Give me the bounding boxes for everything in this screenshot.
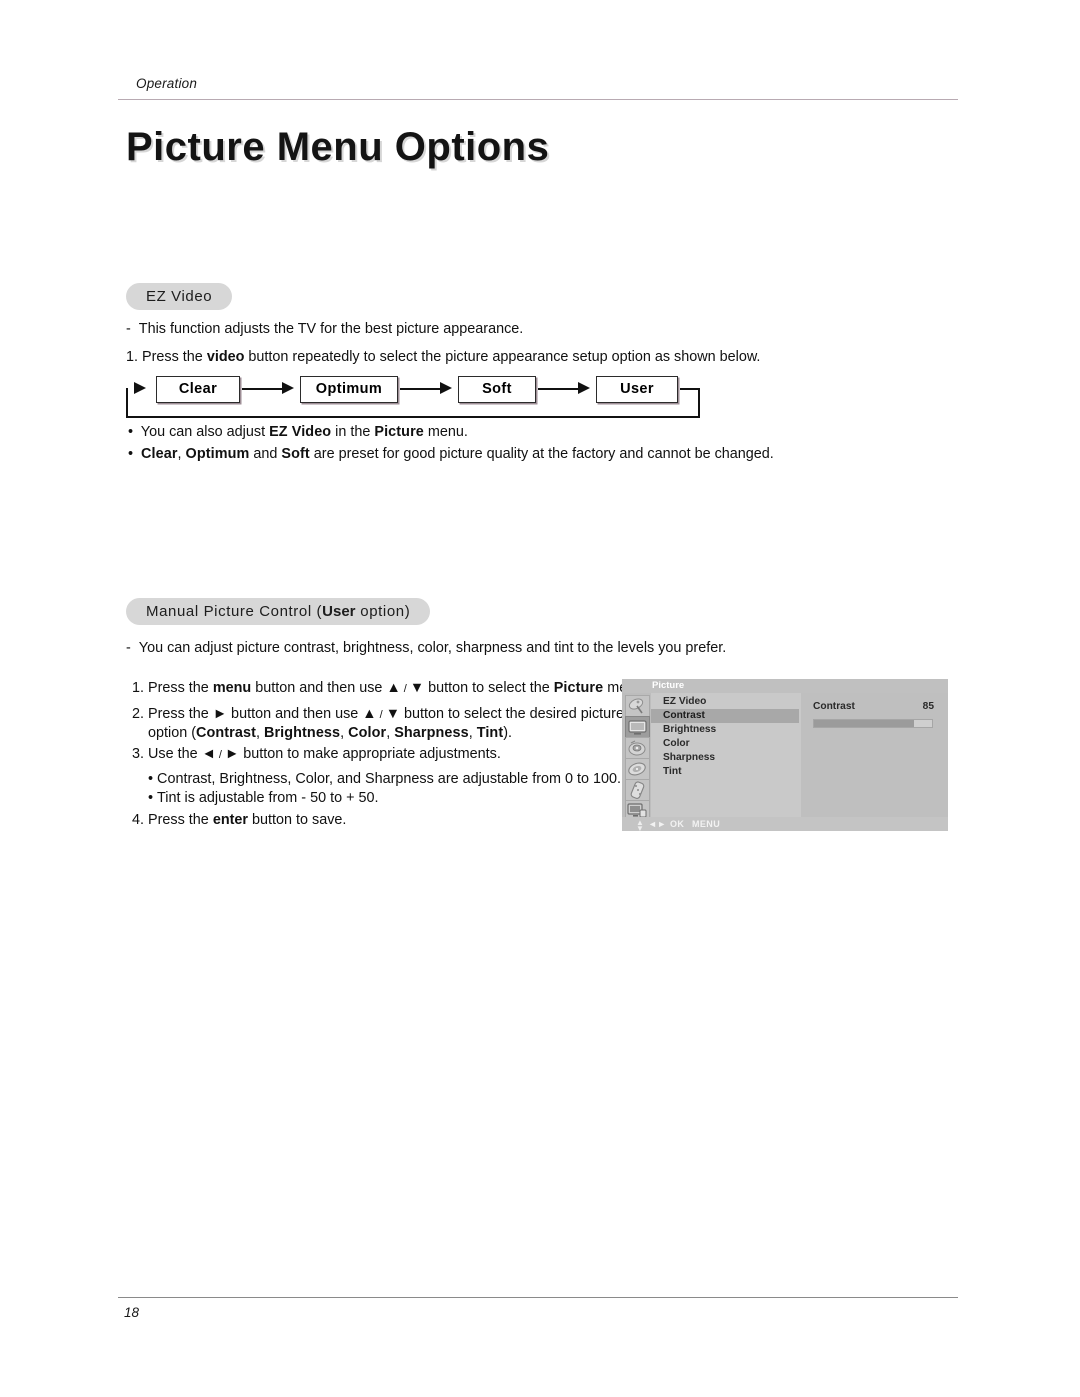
flow-loop-left-segment [126,388,128,418]
osd-menu-item-brightness[interactable]: Brightness [651,723,799,737]
manual-range-bullet-2: • Tint is adjustable from - 50 to + 50. [148,790,379,806]
audio-speaker-icon[interactable] [625,737,650,759]
dash-marker: - [126,321,139,337]
manual-dash-note: - You can adjust picture contrast, brigh… [126,640,727,656]
flow-arrow-into-clear [134,382,146,394]
comma-sep: , [340,725,349,741]
flow-box-optimum: Optimum [300,376,398,403]
osd-panel-label: Contrast [813,701,855,712]
bullet-marker: • [128,446,138,462]
comma-sep: , [468,725,477,741]
ez-video-bullet-2: • Clear, Optimum and Soft are preset for… [128,446,774,462]
dash-marker: - [126,640,139,656]
ez-video-step-1: 1. Press the video button repeatedly to … [126,349,761,365]
flow-box-clear: Clear [156,376,240,403]
osd-down-arrow-glyph: ▼ [636,824,644,833]
osd-menu-item-contrast[interactable]: Contrast [651,709,799,723]
ez-video-dash-note: - This function adjusts the TV for the b… [126,321,524,337]
right-arrow-glyph: ► [212,706,228,722]
osd-menu-item-tint[interactable]: Tint [651,765,799,779]
contrast-slider[interactable] [813,719,933,728]
osd-ok-label: OK [670,819,685,829]
tv-screen-icon[interactable] [625,716,650,738]
osd-menu-item-ez-video[interactable]: EZ Video [651,695,799,709]
footer-divider [118,1297,958,1298]
tv-osd-screenshot: Picture EZ Video Contrast Brightness Col… [622,679,948,833]
osd-title-bar: Picture [622,679,948,693]
flow-loop-top-right [680,388,700,390]
clock-timer-icon[interactable] [625,758,650,780]
flow-loop-right-segment [698,388,700,418]
flow-arrow-2 [440,382,452,394]
osd-footer-bar: ▲ ▼ ◄► OK MENU [622,817,948,833]
down-arrow-glyph: ▼ [385,706,400,722]
manual-step-3: 3. Use the ◄ / ► button to make appropri… [132,746,501,762]
manual-step-2-line-1: 2. Press the ► button and then use ▲ / ▼… [132,706,624,722]
manual-step-1: 1. Press the menu button and then use ▲ … [132,680,647,696]
manual-range-bullet-1: • Contrast, Brightness, Color, and Sharp… [148,771,622,787]
osd-leftright-glyph: ◄► [648,819,667,829]
osd-menu-item-sharpness[interactable]: Sharpness [651,751,799,765]
up-arrow-glyph: ▲ [386,680,401,696]
ez-video-flow-diagram: Clear Optimum Soft User [126,376,700,421]
page-number: 18 [124,1305,140,1320]
ez-video-bullet-1: • You can also adjust EZ Video in the Pi… [128,424,468,440]
flow-box-user: User [596,376,678,403]
satellite-dish-icon[interactable] [625,695,650,717]
header-divider [118,99,958,100]
bullet-marker: • [148,790,158,806]
bullet-marker: • [148,771,158,787]
osd-menu-item-color[interactable]: Color [651,737,799,751]
page-title: Picture Menu Options [126,125,550,169]
section-heading-manual-picture-control: Manual Picture Control (User option) [126,598,431,625]
down-arrow-glyph: ▼ [409,680,425,696]
osd-value-panel: Contrast 85 [801,693,948,817]
flow-arrow-3 [578,382,590,394]
section-heading-ez-video: EZ Video [126,283,233,310]
running-head: Operation [136,76,198,91]
flow-arrow-1 [282,382,294,394]
remote-control-icon[interactable] [625,779,650,801]
osd-title-label: Picture [652,680,685,691]
osd-menu-list: EZ Video Contrast Brightness Color Sharp… [651,693,799,817]
comma-sep: , [255,725,264,741]
manual-step-2-line-2: option (Contrast, Brightness, Color, Sha… [148,725,513,741]
osd-panel-value: 85 [922,701,934,712]
flow-loop-bottom [126,416,700,418]
manual-step-4: 4. Press the enter button to save. [132,812,347,828]
osd-icon-rail [622,693,651,822]
bullet-marker: • [128,424,138,440]
right-arrow-glyph: ► [225,746,240,762]
flow-box-soft: Soft [458,376,536,403]
osd-menu-label: MENU [692,819,721,829]
left-arrow-glyph: ◄ [201,746,216,762]
up-arrow-glyph: ▲ [362,706,377,722]
contrast-slider-fill [814,720,915,727]
